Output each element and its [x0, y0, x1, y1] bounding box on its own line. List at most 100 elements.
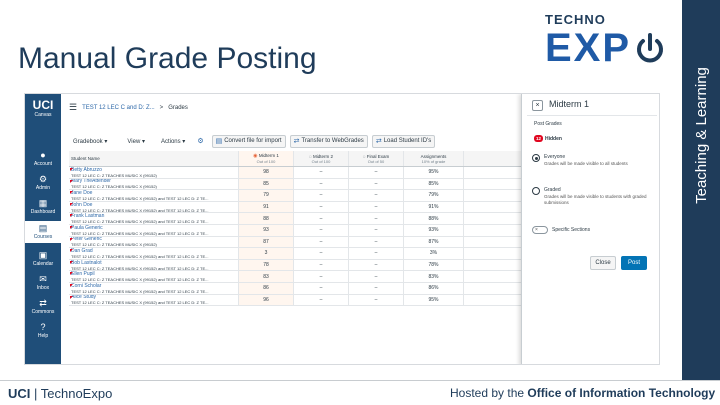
- header-assignments[interactable]: Assignments 10% of grade: [404, 151, 464, 166]
- midterm-2-cell[interactable]: –: [294, 259, 349, 271]
- actions-menu[interactable]: Actions ▾: [157, 136, 189, 147]
- specific-sections-label: Specific Sections: [552, 227, 591, 233]
- specific-sections-toggle[interactable]: ×: [532, 226, 548, 234]
- midterm-1-cell[interactable]: 87: [239, 236, 294, 248]
- nav-inbox[interactable]: ✉ Inbox: [25, 274, 61, 291]
- student-cell[interactable]: John Doe TEST 12 LEC C: Z TEACHES MUSIC X…: [69, 201, 239, 213]
- final-exam-cell[interactable]: –: [349, 282, 404, 294]
- student-cell[interactable]: Mary TheAttender TEST 12 LEC C: Z TEACHES…: [69, 178, 239, 190]
- assignments-cell[interactable]: 95%: [404, 294, 464, 306]
- final-exam-cell[interactable]: –: [349, 236, 404, 248]
- midterm-2-cell[interactable]: –: [294, 178, 349, 190]
- student-cell[interactable]: Alice Study TEST 12 LEC C: Z TEACHES MUSI…: [69, 294, 239, 306]
- final-exam-cell[interactable]: –: [349, 190, 404, 201]
- settings-button[interactable]: ⚙: [193, 135, 207, 147]
- final-exam-cell[interactable]: –: [349, 213, 404, 224]
- assignments-cell[interactable]: 93%: [404, 224, 464, 236]
- nav-help[interactable]: ? Help: [25, 322, 61, 339]
- nav-dashboard[interactable]: ▦ Dashboard: [25, 198, 61, 215]
- nav-admin[interactable]: ⚙ Admin: [25, 174, 61, 191]
- assignments-cell[interactable]: 3%: [404, 248, 464, 259]
- student-cell[interactable]: Dan Grad TEST 12 LEC C: Z TEACHES MUSIC X…: [69, 248, 239, 259]
- hidden-badge: 12: [534, 135, 543, 142]
- radio-everyone[interactable]: [532, 154, 540, 162]
- final-exam-cell[interactable]: –: [349, 167, 404, 178]
- midterm-2-cell[interactable]: –: [294, 167, 349, 178]
- table-row: Betty Abruzzo TEST 12 LEC C: Z TEACHES MU…: [69, 167, 524, 179]
- close-button[interactable]: Close: [590, 256, 616, 270]
- header-midterm-2[interactable]: ◌ Midterm 2 Out of 100: [294, 151, 349, 166]
- nav-account[interactable]: ● Account: [25, 150, 61, 167]
- midterm-1-cell[interactable]: 96: [239, 294, 294, 306]
- student-cell[interactable]: Corni Scholar TEST 12 LEC C: Z TEACHES MU…: [69, 282, 239, 294]
- final-exam-cell[interactable]: –: [349, 201, 404, 213]
- transfer-webgrades-button[interactable]: ⇄ Transfer to WebGrades: [289, 134, 368, 148]
- midterm-2-cell[interactable]: –: [294, 201, 349, 213]
- assignments-cell[interactable]: 87%: [404, 236, 464, 248]
- assignments-cell[interactable]: 95%: [404, 167, 464, 178]
- midterm-2-cell[interactable]: –: [294, 213, 349, 224]
- hamburger-icon[interactable]: ☰: [69, 102, 77, 113]
- final-exam-cell[interactable]: –: [349, 259, 404, 271]
- midterm-2-cell[interactable]: –: [294, 224, 349, 236]
- assignments-cell[interactable]: 83%: [404, 271, 464, 282]
- midterm-1-cell[interactable]: 88: [239, 213, 294, 224]
- midterm-2-cell[interactable]: –: [294, 271, 349, 282]
- midterm-1-cell[interactable]: 91: [239, 201, 294, 213]
- option-graded[interactable]: Graded Grades will be made visible to st…: [532, 187, 652, 209]
- midterm-1-cell[interactable]: 3: [239, 248, 294, 259]
- midterm-1-cell[interactable]: 79: [239, 190, 294, 201]
- view-menu[interactable]: View ▾: [123, 136, 149, 147]
- assignments-cell[interactable]: 85%: [404, 178, 464, 190]
- midterm-1-cell[interactable]: 85: [239, 178, 294, 190]
- midterm-2-cell[interactable]: –: [294, 282, 349, 294]
- student-cell[interactable]: Peter Generic TEST 12 LEC C: Z TEACHES MU…: [69, 236, 239, 248]
- midterm-1-cell[interactable]: 86: [239, 282, 294, 294]
- nav-courses[interactable]: ▤ Courses: [25, 221, 61, 243]
- student-section: TEST 12 LEC C: Z TEACHES MUSIC X (99152): [71, 184, 157, 190]
- final-exam-cell[interactable]: –: [349, 224, 404, 236]
- assignments-cell[interactable]: 88%: [404, 213, 464, 224]
- header-student-name[interactable]: Student Name: [69, 151, 239, 166]
- grade-value: 85: [263, 180, 269, 187]
- assignments-cell[interactable]: 79%: [404, 190, 464, 201]
- student-cell[interactable]: Paula Generic TEST 12 LEC C: Z TEACHES MU…: [69, 224, 239, 236]
- midterm-2-cell[interactable]: –: [294, 190, 349, 201]
- student-cell[interactable]: Betty Abruzzo TEST 12 LEC C: Z TEACHES MU…: [69, 167, 239, 178]
- radio-graded[interactable]: [532, 187, 540, 195]
- option-everyone[interactable]: Everyone Grades will be made visible to …: [532, 154, 652, 176]
- midterm-1-cell[interactable]: 93: [239, 224, 294, 236]
- final-exam-cell[interactable]: –: [349, 178, 404, 190]
- grade-value: 95%: [428, 169, 439, 176]
- post-button[interactable]: Post: [621, 256, 647, 270]
- midterm-2-cell[interactable]: –: [294, 294, 349, 306]
- midterm-1-cell[interactable]: 98: [239, 167, 294, 178]
- student-cell[interactable]: Ellen Pupil TEST 12 LEC C: Z TEACHES MUSI…: [69, 271, 239, 282]
- table-row: Jane Doe TEST 12 LEC C: Z TEACHES MUSIC X…: [69, 190, 524, 202]
- breadcrumb-course[interactable]: TEST 12 LEC C and D: Z...: [82, 105, 155, 111]
- nav-commons[interactable]: ⇄ Commons: [25, 298, 61, 315]
- student-cell[interactable]: Jane Doe TEST 12 LEC C: Z TEACHES MUSIC X…: [69, 190, 239, 201]
- midterm-1-cell[interactable]: 78: [239, 259, 294, 271]
- close-icon[interactable]: ×: [532, 100, 543, 111]
- final-exam-cell[interactable]: –: [349, 294, 404, 306]
- midterm-1-cell[interactable]: 83: [239, 271, 294, 282]
- midterm-2-cell[interactable]: –: [294, 236, 349, 248]
- grade-value: –: [374, 285, 378, 292]
- assignments-cell[interactable]: 86%: [404, 282, 464, 294]
- final-exam-cell[interactable]: –: [349, 271, 404, 282]
- final-exam-cell[interactable]: –: [349, 248, 404, 259]
- nav-calendar[interactable]: ▣ Calendar: [25, 250, 61, 267]
- assignments-cell[interactable]: 78%: [404, 259, 464, 271]
- midterm-2-cell[interactable]: –: [294, 248, 349, 259]
- convert-file-button[interactable]: ▤ Convert file for import: [211, 134, 286, 148]
- header-final-exam[interactable]: ◌ Final Exam Out of 50: [349, 151, 404, 166]
- gradebook-menu[interactable]: Gradebook ▾: [69, 136, 111, 147]
- load-student-ids-button[interactable]: ⇄ Load Student ID's: [371, 134, 436, 148]
- header-midterm-1[interactable]: ◉ Midterm 1 Out of 100: [239, 151, 294, 166]
- student-cell[interactable]: Frank Lastman TEST 12 LEC C: Z TEACHES MU…: [69, 213, 239, 224]
- student-cell[interactable]: Bob Lastnalot TEST 12 LEC C: Z TEACHES MU…: [69, 259, 239, 271]
- student-section: TEST 12 LEC C: Z TEACHES MUSIC X (99152)…: [71, 230, 209, 236]
- uci-canvas-logo[interactable]: UCI Canvas: [25, 98, 61, 118]
- assignments-cell[interactable]: 91%: [404, 201, 464, 213]
